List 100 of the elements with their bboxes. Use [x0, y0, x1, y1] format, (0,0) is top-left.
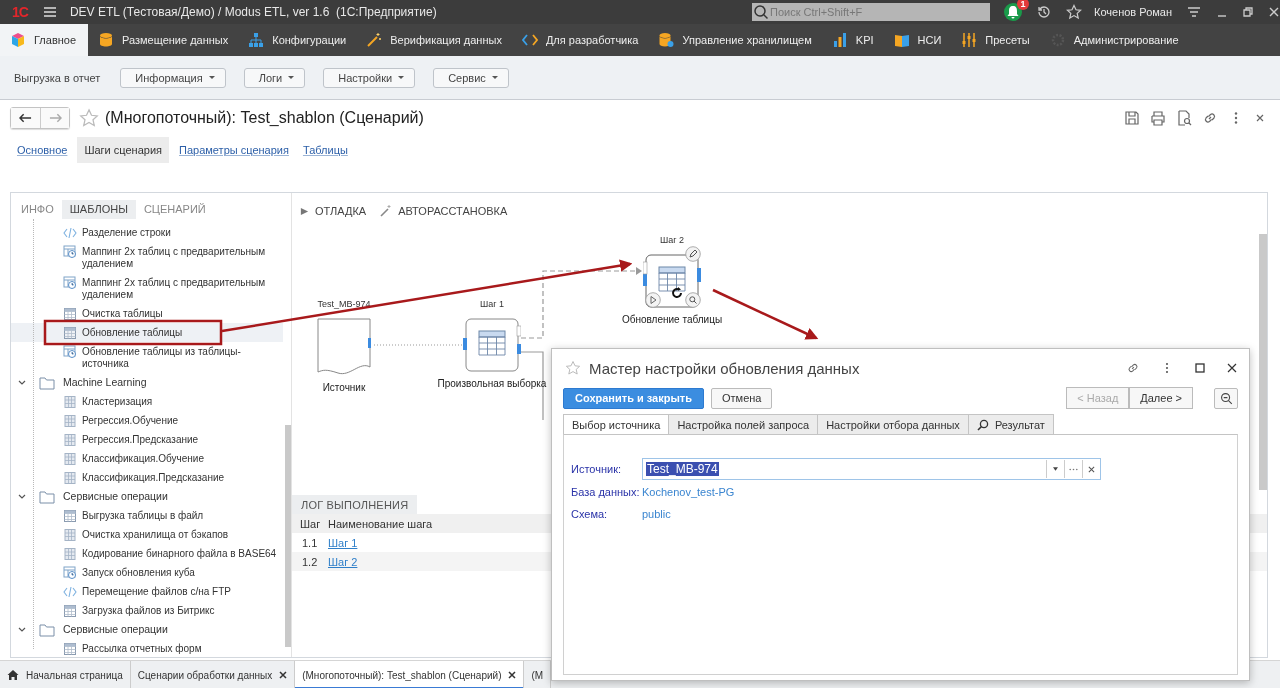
form-tab[interactable]: Таблицы: [295, 137, 355, 163]
source-node[interactable]: [317, 318, 371, 376]
magic-wand-icon: [380, 205, 393, 217]
tree-item[interactable]: Маппинг 2х таблиц с предварительным удалением: [11, 273, 283, 304]
table-cell-text: 1.1: [301, 536, 319, 549]
tree-item[interactable]: Обновление таблицы: [11, 323, 283, 342]
section-tab[interactable]: Управление хранилищем: [648, 24, 822, 56]
menu-dropdown-button[interactable]: Информация: [120, 67, 226, 88]
link-icon[interactable]: [1126, 361, 1140, 375]
tree-item[interactable]: Регрессия.Предсказание: [11, 430, 283, 449]
grid-icon: [63, 470, 77, 485]
tree-item[interactable]: Разделение строки: [11, 223, 283, 242]
dialog-tab[interactable]: Настройка полей запроса: [669, 414, 819, 435]
menu-dropdown-button[interactable]: Сервис: [433, 67, 509, 88]
bell-icon[interactable]: [1004, 3, 1023, 21]
source-field[interactable]: Test_MB-974: [642, 458, 1101, 480]
table-node[interactable]: [463, 318, 521, 372]
section-tab[interactable]: Главное: [0, 24, 89, 56]
toolbar-button[interactable]: АВТОРАССТАНОВКА: [380, 202, 508, 220]
close-icon[interactable]: [508, 671, 517, 679]
dialog-tab[interactable]: Выбор источника: [563, 414, 670, 435]
close-icon[interactable]: [279, 671, 288, 679]
panel-tab[interactable]: ШАБЛОНЫ: [61, 200, 136, 219]
toolbar-button[interactable]: ОТЛАДКА: [300, 202, 367, 220]
tree-item[interactable]: Загрузка файлов из Битрикс: [11, 601, 283, 620]
close-icon[interactable]: [1226, 362, 1238, 374]
user-name[interactable]: Коченов Роман: [1094, 6, 1172, 18]
back-button[interactable]: [11, 107, 40, 128]
tree-item[interactable]: Перемещение файлов с/на FTP: [11, 582, 283, 601]
window-tab[interactable]: Начальная страница: [0, 661, 131, 688]
close-icon: [1088, 465, 1095, 473]
section-tab[interactable]: Верификация данных: [356, 24, 512, 56]
field-label: Источник:: [571, 463, 622, 475]
book-icon: [893, 32, 910, 48]
tree-item[interactable]: Запуск обновления куба: [11, 563, 283, 582]
cancel-button[interactable]: Отмена: [711, 387, 773, 409]
edit-icon[interactable]: [685, 246, 701, 262]
history-icon[interactable]: [1036, 4, 1053, 20]
menu-dropdown-button[interactable]: Логи: [243, 67, 306, 88]
panel-tab[interactable]: СЦЕНАРИЙ: [135, 200, 214, 219]
export-report-command[interactable]: Выгрузка в отчет: [14, 71, 101, 84]
search-field[interactable]: Поиск Ctrl+Shift+F: [770, 3, 991, 21]
tree-item[interactable]: Регрессия.Обучение: [11, 411, 283, 430]
maximize-icon[interactable]: [1194, 362, 1206, 374]
field-value: Kochenov_test-PG: [642, 486, 735, 498]
tree-item[interactable]: Классификация.Предсказание: [11, 468, 283, 487]
restore-icon[interactable]: [1242, 6, 1254, 18]
tree-item[interactable]: Рассылка отчетных форм: [11, 639, 283, 657]
menu-icon[interactable]: [41, 4, 58, 20]
star-icon[interactable]: [79, 107, 99, 128]
menu-icon[interactable]: [1186, 4, 1202, 20]
window-tab[interactable]: (Многопоточный): Test_shablon (Сценарий): [295, 661, 525, 688]
tree-item[interactable]: Выгрузка таблицы в файл: [11, 506, 283, 525]
section-tab[interactable]: Администрирование: [1039, 24, 1189, 56]
panel-tab[interactable]: ИНФО: [13, 200, 62, 219]
menu-dropdown-button[interactable]: Настройки: [323, 67, 416, 88]
tree-item[interactable]: Очистка хранилища от бэкапов: [11, 525, 283, 544]
panel-tab[interactable]: ЛОГ ВЫПОЛНЕНИЯ: [292, 495, 418, 514]
field-value: public: [642, 508, 671, 520]
form-tab[interactable]: Параметры сценария: [172, 137, 296, 163]
step-link[interactable]: Шаг 1: [328, 536, 358, 549]
scrollbar[interactable]: [1259, 234, 1267, 490]
section-tab[interactable]: KPI: [821, 24, 884, 56]
section-tab[interactable]: Конфигурации: [238, 24, 357, 56]
code-icon: [63, 225, 77, 240]
scrollbar[interactable]: [285, 425, 291, 647]
section-tab[interactable]: Пресеты: [951, 24, 1040, 56]
tree-folder[interactable]: Сервисные операции: [11, 620, 283, 639]
tree-item[interactable]: Очистка таблицы: [11, 304, 283, 323]
preview-icon[interactable]: [1176, 109, 1192, 126]
star-icon[interactable]: [565, 360, 581, 376]
grid-icon: [63, 527, 77, 542]
tree-item[interactable]: Маппинг 2х таблиц с предварительным удалением: [11, 242, 283, 273]
field-label: Схема:: [571, 508, 609, 520]
star-icon[interactable]: [1066, 4, 1083, 20]
selected-text: Test_MB-974: [646, 462, 719, 476]
form-tab[interactable]: Основное: [10, 137, 75, 163]
step-link[interactable]: Шаг 2: [328, 555, 358, 568]
printer-icon[interactable]: [1150, 109, 1166, 126]
section-tab[interactable]: Размещение данных: [88, 24, 239, 56]
notification-badge: 1: [1017, 0, 1030, 10]
play-icon[interactable]: [645, 292, 661, 308]
section-tab[interactable]: Для разработчика: [511, 24, 649, 56]
folder-icon: [39, 489, 55, 504]
section-tab[interactable]: НСИ: [883, 24, 952, 56]
next-button[interactable]: Далее >: [1129, 387, 1193, 409]
save-icon[interactable]: [1124, 109, 1140, 126]
form-tab[interactable]: Шаги сценария: [77, 137, 170, 163]
tree-folder[interactable]: Machine Learning: [11, 373, 283, 392]
hierarchy-icon: [248, 32, 265, 48]
tree-item[interactable]: Обновление таблицы из таблицы-источника: [11, 342, 283, 373]
arrow-right-icon: [48, 112, 62, 123]
tree-folder[interactable]: Сервисные операции: [11, 487, 283, 506]
tree-item[interactable]: Кластеризация: [11, 392, 283, 411]
dialog-tab[interactable]: Настройки отбора данных: [818, 414, 969, 435]
search-button[interactable]: [1214, 387, 1238, 409]
tree-item[interactable]: Классификация.Обучение: [11, 449, 283, 468]
tree-item[interactable]: Кодирование бинарного файла в BASE64: [11, 544, 283, 563]
search-icon[interactable]: [685, 292, 701, 308]
column-header: Наименование шага: [327, 517, 433, 530]
